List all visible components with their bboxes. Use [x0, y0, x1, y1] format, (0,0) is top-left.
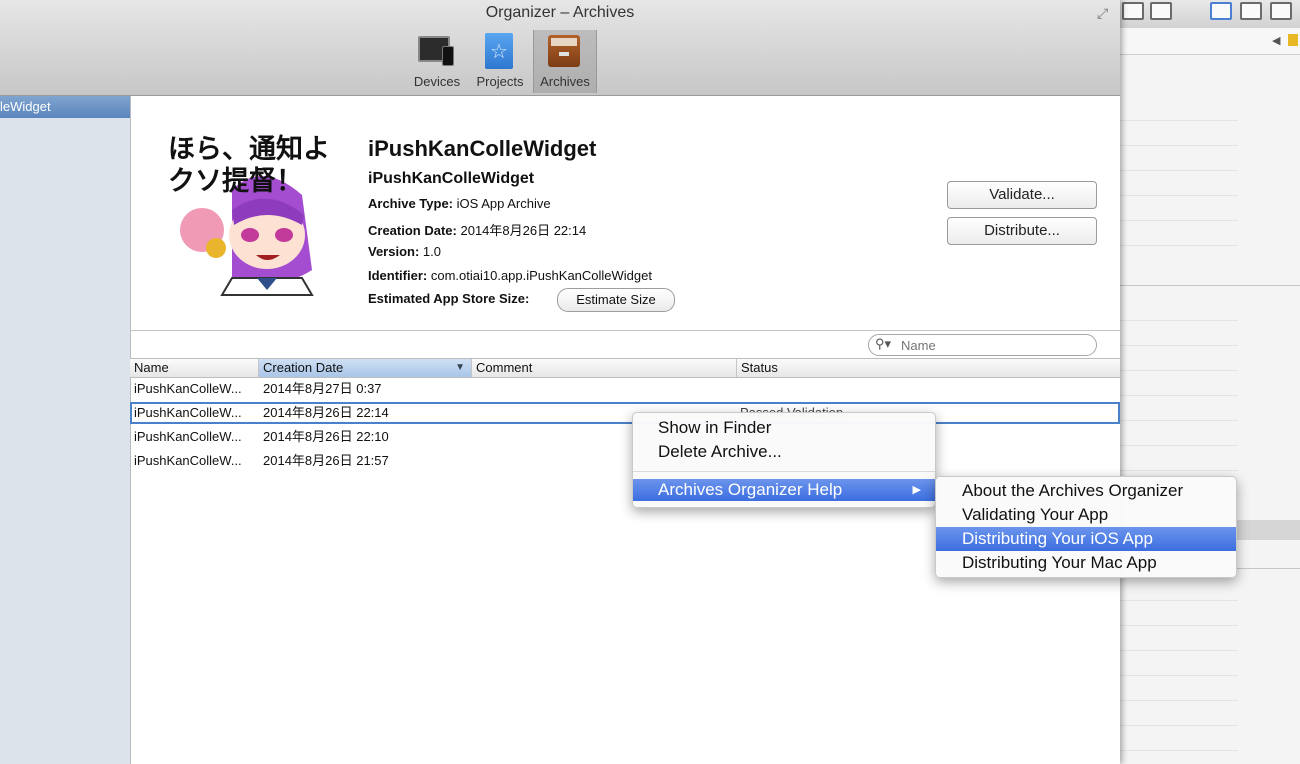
- row-date: 2014年8月26日 21:57: [263, 453, 389, 468]
- row-date: 2014年8月27日 0:37: [263, 381, 382, 396]
- archive-type-label: Archive Type:: [368, 196, 454, 211]
- context-menu: Show in Finder Delete Archive... Archive…: [632, 412, 936, 508]
- sort-descending-icon: ▼: [455, 362, 465, 373]
- creation-date-value: 2014年8月26日 22:14: [460, 223, 587, 238]
- row-date: 2014年8月26日 22:10: [263, 429, 389, 444]
- submenu-item-distributing-mac-app[interactable]: Distributing Your Mac App: [936, 551, 1236, 575]
- toolbar-archives-label: Archives: [540, 74, 590, 89]
- toolbar-devices-label: Devices: [413, 74, 461, 89]
- menu-item-show-in-finder[interactable]: Show in Finder: [633, 417, 935, 439]
- search-input[interactable]: [899, 336, 1083, 354]
- layout-icon[interactable]: [1122, 2, 1144, 20]
- submenu-item-about-archives-organizer[interactable]: About the Archives Organizer: [936, 479, 1236, 503]
- row-name: iPushKanColleW...: [134, 381, 242, 396]
- row-date: 2014年8月26日 22:14: [263, 405, 389, 420]
- devices-icon: [418, 36, 454, 66]
- store-size-row: Estimated App Store Size:: [368, 291, 529, 306]
- identifier-row: Identifier: com.otiai10.app.iPushKanColl…: [368, 268, 652, 283]
- icon-caption: ほら、通知よ クソ提督！: [168, 134, 330, 197]
- creation-date-label: Creation Date:: [368, 223, 457, 238]
- toolbar-projects-label: Projects: [476, 74, 524, 89]
- menu-item-delete-archive[interactable]: Delete Archive...: [633, 441, 935, 463]
- archive-type-value: iOS App Archive: [456, 196, 551, 211]
- table-row-selected[interactable]: iPushKanColleW... 2014年8月26日 22:14 Passe…: [130, 402, 1120, 424]
- background-xcode-window: ◀: [1120, 0, 1300, 764]
- row-name: iPushKanColleW...: [134, 405, 242, 420]
- row-name: iPushKanColleW...: [134, 429, 242, 444]
- editor-icon[interactable]: [1150, 2, 1172, 20]
- column-header-name[interactable]: Name: [130, 359, 259, 377]
- table-header: Name Creation Date ▼ Comment Status: [130, 358, 1120, 378]
- menu-item-archives-organizer-help-label: Archives Organizer Help: [658, 480, 843, 499]
- version-row: Version: 1.0: [368, 244, 441, 259]
- menu-separator: [633, 471, 935, 472]
- fullscreen-icon[interactable]: ⤢: [1097, 5, 1108, 22]
- header-divider: [130, 330, 1120, 331]
- submenu-item-validating-your-app[interactable]: Validating Your App: [936, 503, 1236, 527]
- search-icon[interactable]: ⚲▾: [875, 336, 891, 352]
- column-header-comment[interactable]: Comment: [472, 359, 737, 377]
- creation-date-row: Creation Date: 2014年8月26日 22:14: [368, 220, 586, 239]
- distribute-button[interactable]: Distribute...: [947, 217, 1097, 245]
- projects-icon: ☆: [485, 33, 513, 69]
- sidebar-item-widget[interactable]: leWidget: [0, 96, 130, 118]
- estimate-size-button[interactable]: Estimate Size: [557, 288, 675, 312]
- archive-title: iPushKanColleWidget: [368, 136, 597, 161]
- toolbar-devices-button[interactable]: Devices: [405, 30, 469, 93]
- archive-subtitle: iPushKanColleWidget: [368, 170, 535, 187]
- identifier-value: com.otiai10.app.iPushKanColleWidget: [430, 268, 652, 283]
- jump-bar: ◀: [1120, 28, 1300, 55]
- archives-icon: [548, 35, 580, 67]
- toolbar-archives-button[interactable]: Archives: [533, 30, 597, 93]
- navigator-toggle-icon[interactable]: [1210, 2, 1232, 20]
- title-bar: Organizer – Archives ⤢ Devices ☆ Project…: [0, 0, 1120, 96]
- toolbar-projects-button[interactable]: ☆ Projects: [468, 30, 532, 93]
- submenu-arrow-icon: ▶: [912, 484, 921, 496]
- utilities-toggle-icon[interactable]: [1270, 2, 1292, 20]
- version-label: Version:: [368, 244, 420, 259]
- submenu-item-distributing-ios-app[interactable]: Distributing Your iOS App: [936, 527, 1236, 551]
- column-header-status[interactable]: Status: [737, 359, 1120, 377]
- warning-icon[interactable]: [1288, 34, 1298, 46]
- app-icon: ほら、通知よ クソ提督！: [162, 130, 334, 302]
- store-size-label: Estimated App Store Size:: [368, 291, 530, 306]
- search-field[interactable]: ⚲▾: [868, 334, 1097, 356]
- validate-button[interactable]: Validate...: [947, 181, 1097, 209]
- back-arrow-icon[interactable]: ◀: [1272, 34, 1280, 47]
- table-row[interactable]: iPushKanColleW... 2014年8月27日 0:37: [130, 378, 1120, 400]
- column-header-creation-date[interactable]: Creation Date ▼: [259, 359, 472, 377]
- sidebar: leWidget: [0, 96, 131, 764]
- help-submenu: About the Archives Organizer Validating …: [935, 476, 1237, 578]
- column-header-creation-date-label: Creation Date: [263, 360, 344, 375]
- row-name: iPushKanColleW...: [134, 453, 242, 468]
- archive-type-row: Archive Type: iOS App Archive: [368, 196, 551, 211]
- table-row[interactable]: iPushKanColleW... 2014年8月26日 21:57: [130, 450, 1120, 472]
- version-value: 1.0: [422, 244, 441, 259]
- menu-item-archives-organizer-help[interactable]: Archives Organizer Help ▶: [633, 479, 935, 501]
- table-row[interactable]: iPushKanColleW... 2014年8月26日 22:10: [130, 426, 1120, 448]
- background-toolbar: [1120, 0, 1300, 29]
- debug-area-toggle-icon[interactable]: [1240, 2, 1262, 20]
- window-title: Organizer – Archives: [485, 4, 635, 21]
- organizer-window: Organizer – Archives ⤢ Devices ☆ Project…: [0, 0, 1120, 764]
- identifier-label: Identifier:: [368, 268, 428, 283]
